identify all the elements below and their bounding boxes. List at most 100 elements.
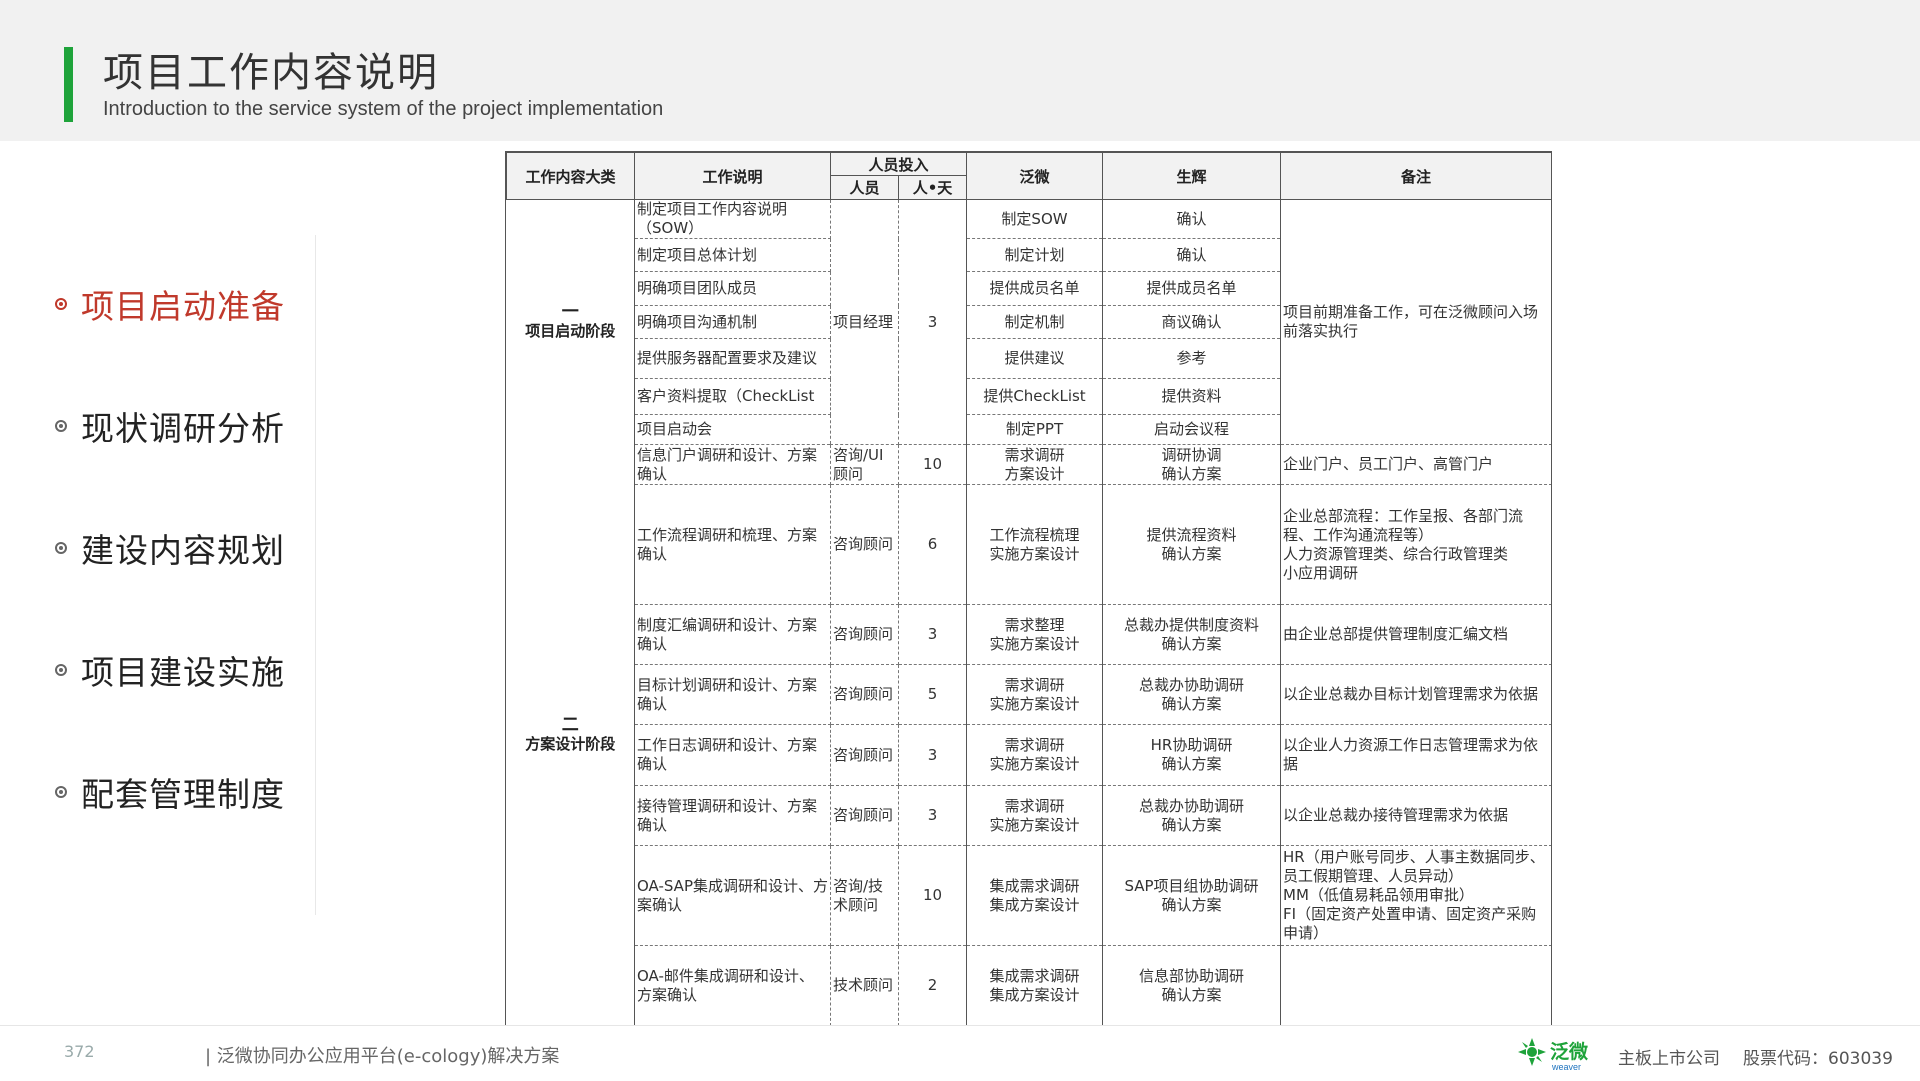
days-cell: 3 bbox=[898, 724, 968, 786]
header-category: 工作内容大类 bbox=[506, 152, 635, 200]
page-header: 项目工作内容说明 Introduction to the service sys… bbox=[0, 0, 1920, 141]
desc-cell: 明确项目沟通机制 bbox=[634, 305, 831, 339]
fanwei-cell: 工作流程梳理 实施方案设计 bbox=[966, 484, 1104, 605]
note-cell: 以企业总裁办目标计划管理需求为依据 bbox=[1280, 664, 1551, 725]
nav-item-implementation[interactable]: 项目建设实施 bbox=[55, 646, 285, 694]
desc-cell: 工作流程调研和梳理、方案确认 bbox=[634, 484, 831, 605]
client-cell: 启动会议程 bbox=[1102, 414, 1282, 445]
category-cell: 一 项目启动阶段 bbox=[506, 199, 635, 445]
client-cell: 调研协调 确认方案 bbox=[1102, 444, 1282, 485]
table-row: 目标计划调研和设计、方案确认 咨询顾问 5 需求调研 实施方案设计 总裁办协助调研… bbox=[507, 664, 1551, 725]
table-row: OA-SAP集成调研和设计、方案确认 咨询/技术顾问 10 集成需求调研 集成方案… bbox=[507, 845, 1551, 946]
title-accent-bar bbox=[64, 47, 73, 122]
bullet-icon bbox=[55, 420, 67, 432]
header-person: 人员 bbox=[830, 175, 899, 200]
client-cell: 提供流程资料 确认方案 bbox=[1102, 484, 1282, 605]
fanwei-cell: 提供成员名单 bbox=[966, 271, 1104, 306]
stock-code: 股票代码：603039 bbox=[1743, 1049, 1893, 1069]
bullet-icon bbox=[55, 664, 67, 676]
fanwei-cell: 提供CheckList bbox=[966, 378, 1104, 415]
table-row: 工作日志调研和设计、方案确认 咨询顾问 3 需求调研 实施方案设计 HR协助调研确… bbox=[507, 724, 1551, 786]
table-row: 二 方案设计阶段 信息门户调研和设计、方案确认 咨询/UI顾问 10 需求调研方… bbox=[506, 444, 1551, 1026]
header-staff: 人员投入 bbox=[829, 152, 968, 176]
category-number: 一 bbox=[561, 302, 579, 323]
header-note: 备注 bbox=[1280, 152, 1551, 200]
nav-item-label: 现状调研分析 bbox=[81, 409, 285, 448]
person-cell: 咨询顾问 bbox=[830, 724, 899, 786]
nav-item-label: 建设内容规划 bbox=[81, 531, 285, 570]
page-subtitle: Introduction to the service system of th… bbox=[103, 98, 664, 120]
table-row: 接待管理调研和设计、方案确认 咨询顾问 3 需求调研 实施方案设计 总裁办协助调研… bbox=[507, 785, 1551, 846]
work-content-table: 工作内容大类 工作说明 人员投入 泛微 生辉 备注 人员 人•天 一 项目启动阶… bbox=[505, 151, 1552, 1028]
desc-cell: 制定项目工作内容说明（SOW） bbox=[634, 199, 831, 239]
person-cell: 咨询顾问 bbox=[830, 664, 899, 725]
days-cell: 3 bbox=[898, 199, 968, 445]
nav-item-label: 项目建设实施 bbox=[81, 653, 285, 692]
header-client: 生辉 bbox=[1102, 152, 1282, 200]
nav-item-label: 项目启动准备 bbox=[81, 287, 285, 326]
client-cell: 参考 bbox=[1102, 338, 1282, 379]
person-cell: 咨询/技术顾问 bbox=[830, 845, 899, 946]
weaver-logo: 泛微 weaver bbox=[1518, 1038, 1589, 1072]
header-fanwei: 泛微 bbox=[966, 152, 1104, 200]
fanwei-cell: 集成需求调研 集成方案设计 bbox=[966, 845, 1104, 946]
days-cell: 10 bbox=[898, 845, 968, 946]
person-cell: 项目经理 bbox=[830, 199, 899, 445]
fanwei-cell: 需求调研 方案设计 bbox=[966, 444, 1104, 485]
desc-cell: 提供服务器配置要求及建议 bbox=[634, 338, 831, 379]
client-cell: 总裁办协助调研 确认方案 bbox=[1102, 785, 1282, 846]
fanwei-cell: 需求整理 实施方案设计 bbox=[966, 604, 1104, 665]
person-cell: 咨询顾问 bbox=[830, 604, 899, 665]
fanwei-cell: 制定PPT bbox=[966, 414, 1104, 445]
section-nav: 项目启动准备 现状调研分析 建设内容规划 项目建设实施 配套管理制度 bbox=[55, 235, 316, 915]
category-name: 方案设计阶段 bbox=[525, 735, 616, 753]
note-cell: 由企业总部提供管理制度汇编文档 bbox=[1280, 604, 1551, 665]
bullet-icon bbox=[55, 542, 67, 554]
client-cell: 提供资料 bbox=[1102, 378, 1282, 415]
header-desc: 工作说明 bbox=[634, 152, 831, 200]
desc-cell: 接待管理调研和设计、方案确认 bbox=[634, 785, 831, 846]
note-cell: 企业门户、员工门户、高管门户 bbox=[1280, 444, 1551, 485]
note-cell bbox=[1281, 946, 1551, 1026]
days-cell: 5 bbox=[898, 664, 968, 725]
client-cell: 信息部协助调研 确认方案 bbox=[1102, 945, 1282, 1026]
nav-item-label: 配套管理制度 bbox=[81, 775, 285, 814]
page-number: 372 bbox=[64, 1042, 95, 1061]
page-title: 项目工作内容说明 bbox=[103, 50, 439, 96]
person-cell: 技术顾问 bbox=[830, 945, 899, 1026]
nav-item-management-rules[interactable]: 配套管理制度 bbox=[55, 768, 285, 816]
fanwei-cell: 制定机制 bbox=[966, 305, 1104, 339]
weaver-mark-icon bbox=[1518, 1038, 1546, 1066]
desc-cell: 明确项目团队成员 bbox=[634, 271, 831, 306]
client-cell: 总裁办协助调研 确认方案 bbox=[1102, 664, 1282, 725]
client-cell: 确认 bbox=[1102, 199, 1282, 239]
client-cell: HR协助调研 确认方案 bbox=[1102, 724, 1282, 786]
fanwei-cell: 需求调研 实施方案设计 bbox=[966, 664, 1104, 725]
fanwei-cell: 提供建议 bbox=[966, 338, 1104, 379]
nav-item-project-startup[interactable]: 项目启动准备 bbox=[55, 280, 285, 328]
client-cell: SAP项目组协助调研 确认方案 bbox=[1102, 845, 1282, 946]
category-name: 项目启动阶段 bbox=[525, 322, 616, 341]
desc-cell: 信息门户调研和设计、方案确认 bbox=[634, 444, 831, 485]
desc-cell: 项目启动会 bbox=[634, 414, 831, 445]
header-days: 人•天 bbox=[897, 175, 968, 200]
desc-cell: 工作日志调研和设计、方案确认 bbox=[634, 724, 831, 786]
note-cell: 项目前期准备工作，可在泛微顾问入场前落实执行 bbox=[1280, 199, 1551, 445]
category-number: 二 bbox=[561, 715, 579, 735]
desc-cell: 制定项目总体计划 bbox=[634, 238, 831, 272]
bullet-icon bbox=[55, 298, 67, 310]
table-row: 制度汇编调研和设计、方案确认 咨询顾问 3 需求整理 实施方案设计 总裁办提供制度… bbox=[507, 604, 1551, 665]
client-cell: 商议确认 bbox=[1102, 305, 1282, 339]
table-row: OA-邮件集成调研和设计、方案确认 技术顾问 2 集成需求调研 集成方案设计 信息… bbox=[507, 945, 1552, 1026]
logo-text: 泛微 bbox=[1550, 1040, 1589, 1063]
nav-item-status-research[interactable]: 现状调研分析 bbox=[55, 402, 285, 450]
client-cell: 确认 bbox=[1102, 238, 1282, 272]
note-cell: 以企业总裁办接待管理需求为依据 bbox=[1280, 785, 1551, 846]
note-cell: 以企业人力资源工作日志管理需求为依据 bbox=[1280, 724, 1551, 786]
days-cell: 2 bbox=[898, 945, 968, 1026]
note-cell: HR（用户账号同步、人事主数据同步、员工假期管理、人员异动） MM（低值易耗品领用… bbox=[1280, 845, 1551, 946]
fanwei-cell: 需求调研 实施方案设计 bbox=[966, 785, 1104, 846]
nav-item-content-planning[interactable]: 建设内容规划 bbox=[55, 524, 285, 572]
desc-cell: 目标计划调研和设计、方案确认 bbox=[634, 664, 831, 725]
client-cell: 提供成员名单 bbox=[1102, 271, 1282, 306]
